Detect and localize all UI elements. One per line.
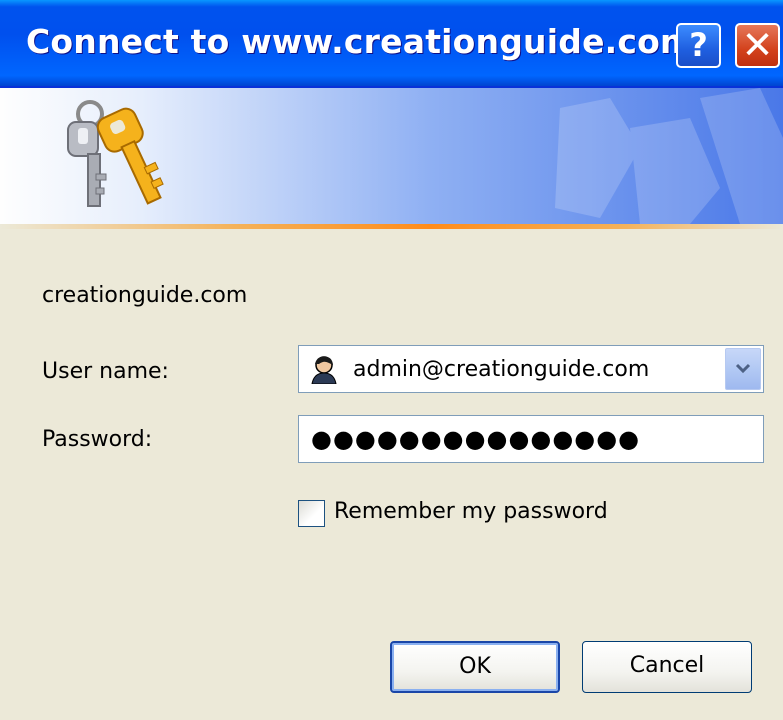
ok-button[interactable]: OK [390,641,560,693]
keys-icon [67,100,164,207]
username-label: User name: [42,359,169,384]
username-combobox[interactable]: admin@creationguide.com [298,345,764,393]
close-button[interactable]: ✕ [735,23,780,68]
help-question-icon: ? [689,26,708,64]
password-value: ●●●●●●●●●●●●●●● [311,425,641,453]
remember-password-checkbox[interactable] [298,500,325,527]
window-title: Connect to www.creationguide.com [26,22,695,61]
chevron-down-icon [735,363,751,374]
title-bar[interactable]: Connect to www.creationguide.com ? ✕ [0,0,783,88]
username-value: admin@creationguide.com [353,357,650,382]
user-icon [311,356,337,384]
header-banner [0,88,783,224]
remember-password-label[interactable]: Remember my password [334,499,608,524]
login-dialog: Connect to www.creationguide.com ? ✕ cre… [0,0,783,720]
help-button[interactable]: ? [676,23,721,68]
username-dropdown-button[interactable] [725,348,761,390]
dialog-body: creationguide.com User name: admin@creat… [0,229,783,720]
cancel-button[interactable]: Cancel [582,641,752,693]
password-label: Password: [42,427,153,452]
close-x-icon: ✕ [741,23,774,67]
site-name: creationguide.com [42,283,248,308]
password-field[interactable]: ●●●●●●●●●●●●●●● [298,415,764,463]
